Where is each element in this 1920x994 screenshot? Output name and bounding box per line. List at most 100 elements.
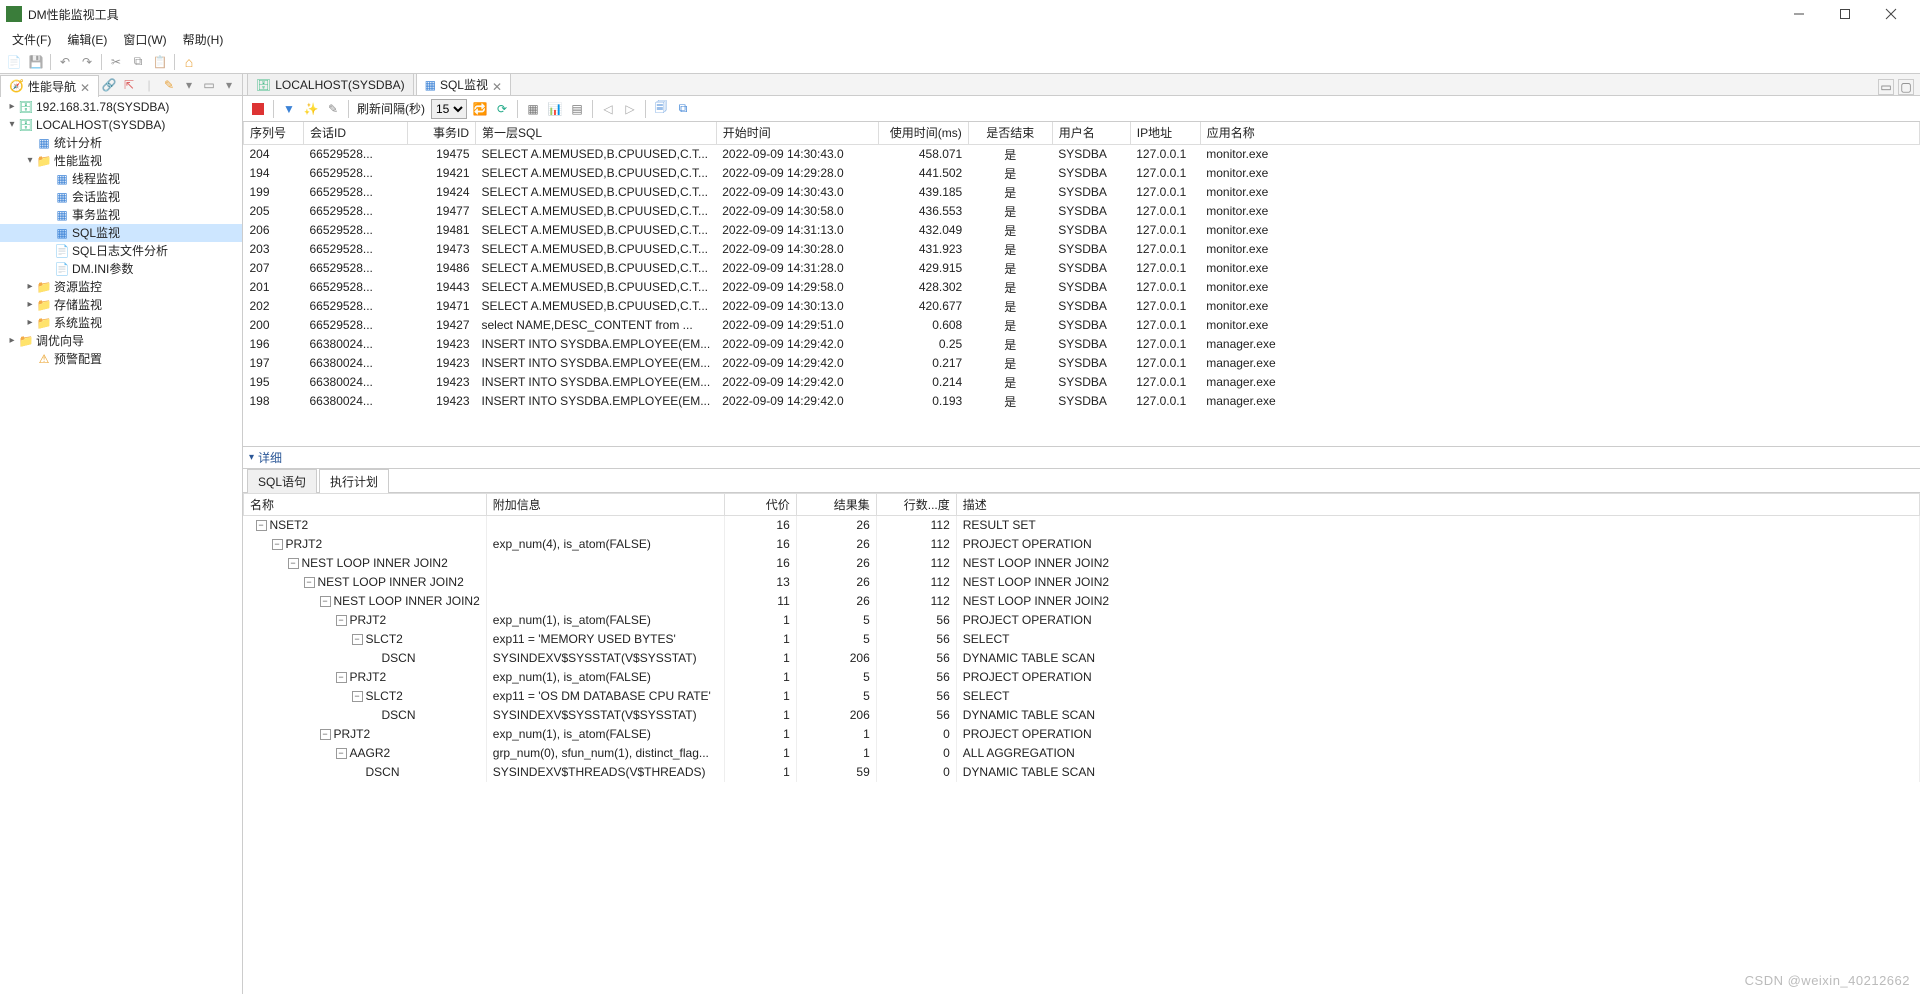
- tree-item[interactable]: ▸📁调优向导: [0, 332, 242, 350]
- column-header[interactable]: 描述: [956, 494, 1919, 516]
- column-header[interactable]: 应用名称: [1200, 122, 1919, 144]
- plan-row[interactable]: −NSET21626112RESULT SET: [244, 516, 1920, 535]
- minimize-view-icon[interactable]: ▭: [200, 76, 218, 94]
- plan-row[interactable]: DSCNSYSINDEXV$SYSSTAT(V$SYSSTAT)120656DY…: [244, 706, 1920, 725]
- next-icon[interactable]: ▷: [621, 100, 639, 118]
- edit-icon[interactable]: ✎: [160, 76, 178, 94]
- twisty-icon[interactable]: ▾: [6, 116, 18, 134]
- highlight-icon[interactable]: ✨: [302, 100, 320, 118]
- tree-item[interactable]: ▦会话监视: [0, 188, 242, 206]
- export-icon[interactable]: 🗐: [652, 100, 670, 118]
- table-row[interactable]: 19466529528...19421SELECT A.MEMUSED,B.CP…: [244, 164, 1920, 183]
- menu-window[interactable]: 窗口(W): [115, 29, 174, 50]
- plan-row[interactable]: −SLCT2exp11 = 'MEMORY USED BYTES'1556SEL…: [244, 630, 1920, 649]
- twisty-icon[interactable]: −: [320, 596, 331, 607]
- column-header[interactable]: IP地址: [1130, 122, 1200, 144]
- plan-row[interactable]: DSCNSYSINDEXV$THREADS(V$THREADS)1590DYNA…: [244, 763, 1920, 782]
- details-header[interactable]: ▾ 详细: [243, 447, 1920, 469]
- tree-item[interactable]: ▦统计分析: [0, 134, 242, 152]
- tree-item[interactable]: ▸📁存储监视: [0, 296, 242, 314]
- minimize-button[interactable]: [1776, 0, 1822, 28]
- link-icon[interactable]: 🔗: [100, 76, 118, 94]
- table-row[interactable]: 19566380024...19423INSERT INTO SYSDBA.EM…: [244, 373, 1920, 392]
- table-row[interactable]: 19866380024...19423INSERT INTO SYSDBA.EM…: [244, 392, 1920, 411]
- tree-item[interactable]: 📄SQL日志文件分析: [0, 242, 242, 260]
- plan-row[interactable]: −PRJT2exp_num(1), is_atom(FALSE)1556PROJ…: [244, 611, 1920, 630]
- refresh-now-icon[interactable]: ⟳: [493, 100, 511, 118]
- maximize-pane-icon[interactable]: ▢: [1898, 79, 1914, 95]
- toolbar-paste-icon[interactable]: 📋: [150, 52, 170, 72]
- table-row[interactable]: 20066529528...19427select NAME,DESC_CONT…: [244, 316, 1920, 335]
- twisty-icon[interactable]: −: [336, 615, 347, 626]
- plan-row[interactable]: −NEST LOOP INNER JOIN21626112NEST LOOP I…: [244, 554, 1920, 573]
- twisty-icon[interactable]: −: [336, 672, 347, 683]
- collapse-all-icon[interactable]: ⇱: [120, 76, 138, 94]
- column-header[interactable]: 是否结束: [968, 122, 1052, 144]
- plan-row[interactable]: −SLCT2exp11 = 'OS DM DATABASE CPU RATE'1…: [244, 687, 1920, 706]
- column-header[interactable]: 名称: [244, 494, 487, 516]
- tree-item[interactable]: ▦SQL监视: [0, 224, 242, 242]
- close-button[interactable]: [1868, 0, 1914, 28]
- copy-icon[interactable]: ⧉: [674, 100, 692, 118]
- close-icon[interactable]: ✕: [492, 80, 502, 90]
- nav-tree[interactable]: ▸🗄192.168.31.78(SYSDBA)▾🗄LOCALHOST(SYSDB…: [0, 96, 242, 994]
- twisty-icon[interactable]: −: [256, 520, 267, 531]
- tree-item[interactable]: ▦线程监视: [0, 170, 242, 188]
- twisty-icon[interactable]: −: [288, 558, 299, 569]
- tree-item[interactable]: ▸📁系统监视: [0, 314, 242, 332]
- table-row[interactable]: 20566529528...19477SELECT A.MEMUSED,B.CP…: [244, 202, 1920, 221]
- tree-item[interactable]: ⚠预警配置: [0, 350, 242, 368]
- plan-row[interactable]: DSCNSYSINDEXV$SYSSTAT(V$SYSSTAT)120656DY…: [244, 649, 1920, 668]
- plan-row[interactable]: −NEST LOOP INNER JOIN21326112NEST LOOP I…: [244, 573, 1920, 592]
- table-row[interactable]: 20766529528...19486SELECT A.MEMUSED,B.CP…: [244, 259, 1920, 278]
- grid-view-icon[interactable]: ▦: [524, 100, 542, 118]
- table-row[interactable]: 19966529528...19424SELECT A.MEMUSED,B.CP…: [244, 183, 1920, 202]
- twisty-icon[interactable]: −: [352, 634, 363, 645]
- table-row[interactable]: 20366529528...19473SELECT A.MEMUSED,B.CP…: [244, 240, 1920, 259]
- column-header[interactable]: 结果集: [796, 494, 876, 516]
- twisty-icon[interactable]: ▾: [24, 152, 36, 170]
- menu-edit[interactable]: 编辑(E): [59, 29, 115, 50]
- plan-row[interactable]: −AAGR2grp_num(0), sfun_num(1), distinct_…: [244, 744, 1920, 763]
- plan-row[interactable]: −NEST LOOP INNER JOIN21126112NEST LOOP I…: [244, 592, 1920, 611]
- table-view-icon[interactable]: ▤: [568, 100, 586, 118]
- sql-grid[interactable]: 序列号会话ID事务ID第一层SQL开始时间使用时间(ms)是否结束用户名IP地址…: [243, 122, 1920, 447]
- toolbar-new-icon[interactable]: 📄: [4, 52, 24, 72]
- stop-icon[interactable]: [249, 100, 267, 118]
- tree-item[interactable]: 📄DM.INI参数: [0, 260, 242, 278]
- twisty-icon[interactable]: −: [304, 577, 315, 588]
- menu-file[interactable]: 文件(F): [4, 29, 59, 50]
- chart-view-icon[interactable]: 📊: [546, 100, 564, 118]
- toolbar-save-icon[interactable]: 💾: [26, 52, 46, 72]
- toolbar-undo-icon[interactable]: ↶: [55, 52, 75, 72]
- twisty-icon[interactable]: −: [320, 729, 331, 740]
- twisty-icon[interactable]: ▸: [6, 98, 18, 116]
- twisty-icon[interactable]: −: [336, 748, 347, 759]
- dropdown-icon[interactable]: ▾: [180, 76, 198, 94]
- column-header[interactable]: 附加信息: [486, 494, 724, 516]
- column-header[interactable]: 使用时间(ms): [878, 122, 968, 144]
- twisty-icon[interactable]: −: [352, 691, 363, 702]
- prev-icon[interactable]: ◁: [599, 100, 617, 118]
- tree-item[interactable]: ▦事务监视: [0, 206, 242, 224]
- twisty-icon[interactable]: ▸: [6, 332, 18, 350]
- sidebar-tab-nav[interactable]: 🧭 性能导航 ✕: [0, 75, 99, 97]
- column-header[interactable]: 行数...度: [876, 494, 956, 516]
- table-row[interactable]: 20266529528...19471SELECT A.MEMUSED,B.CP…: [244, 297, 1920, 316]
- execution-plan[interactable]: 名称附加信息代价结果集行数...度描述 −NSET21626112RESULT …: [243, 493, 1920, 994]
- twisty-icon[interactable]: ▸: [24, 296, 36, 314]
- column-header[interactable]: 第一层SQL: [476, 122, 717, 144]
- table-row[interactable]: 19666380024...19423INSERT INTO SYSDBA.EM…: [244, 335, 1920, 354]
- column-header[interactable]: 开始时间: [716, 122, 878, 144]
- toolbar-cut-icon[interactable]: ✂: [106, 52, 126, 72]
- filter-icon[interactable]: ▼: [280, 100, 298, 118]
- tree-item[interactable]: ▸📁资源监控: [0, 278, 242, 296]
- twisty-icon[interactable]: ▸: [24, 314, 36, 332]
- column-header[interactable]: 事务ID: [408, 122, 476, 144]
- wand-icon[interactable]: ✎: [324, 100, 342, 118]
- view-menu-icon[interactable]: ▾: [220, 76, 238, 94]
- plan-row[interactable]: −PRJT2exp_num(1), is_atom(FALSE)110PROJE…: [244, 725, 1920, 744]
- column-header[interactable]: 会话ID: [304, 122, 408, 144]
- plan-row[interactable]: −PRJT2exp_num(4), is_atom(FALSE)1626112P…: [244, 535, 1920, 554]
- table-row[interactable]: 20166529528...19443SELECT A.MEMUSED,B.CP…: [244, 278, 1920, 297]
